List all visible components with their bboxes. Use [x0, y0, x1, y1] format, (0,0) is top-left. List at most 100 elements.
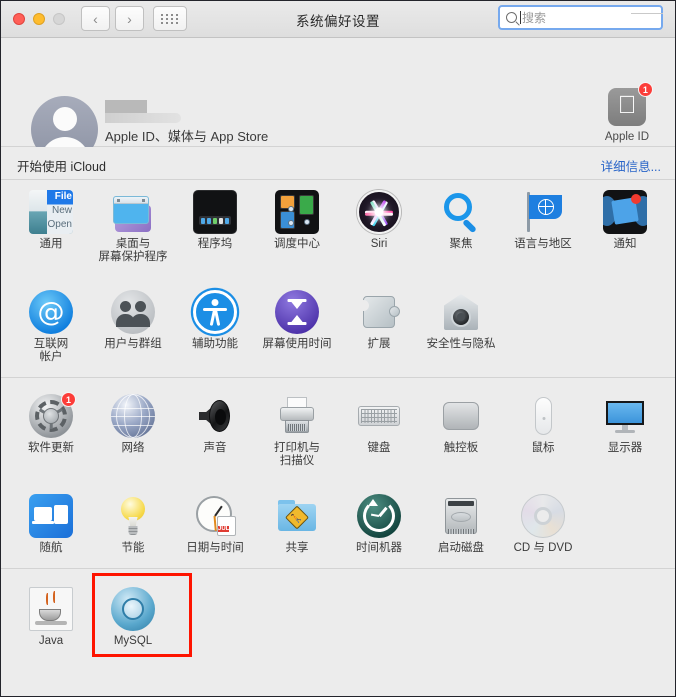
mouse-icon	[521, 394, 565, 438]
search-field[interactable]: 搜索	[498, 5, 663, 30]
printers-scanners-icon	[275, 394, 319, 438]
pref-label: 时间机器	[356, 542, 402, 554]
preferences-row-2: @ 互联网 帐户 用户与群组 辅助功能 屏幕使用时间 扩展 安全性与隐私	[1, 280, 675, 364]
pref-label: 程序坞	[197, 238, 233, 250]
pref-label: MySQL	[113, 635, 153, 647]
siri-icon	[357, 190, 401, 234]
apple-logo-icon:  1	[607, 82, 653, 126]
mission-control-icon	[275, 190, 319, 234]
pref-label: 互联网 帐户	[33, 338, 69, 363]
window-titlebar: ‹ › 系统偏好设置 搜索	[1, 1, 675, 38]
pref-item-startup-disk[interactable]: 启动磁盘	[420, 484, 502, 555]
pref-item-siri[interactable]: Siri	[338, 180, 420, 264]
pref-item-general[interactable]: File New Open 通用	[10, 180, 92, 264]
icloud-text: 开始使用 iCloud	[17, 160, 106, 174]
accessibility-icon	[193, 290, 237, 334]
desktop-screensaver-icon	[111, 190, 155, 234]
language-region-icon	[521, 190, 565, 234]
search-placeholder: 搜索	[522, 11, 547, 25]
pref-label: 启动磁盘	[438, 542, 484, 554]
energy-saver-icon	[111, 494, 155, 538]
date-time-icon: JUL 18	[193, 494, 237, 538]
apple-id-banner[interactable]: Apple ID、媒体与 App Store  1 Apple ID	[1, 38, 675, 163]
pref-item-internet-accounts[interactable]: @ 互联网 帐户	[10, 280, 92, 364]
notifications-icon	[603, 190, 647, 234]
sound-icon	[193, 394, 237, 438]
pref-item-users-groups[interactable]: 用户与群组	[92, 280, 174, 364]
pref-item-spotlight[interactable]: 聚焦	[420, 180, 502, 264]
software-update-badge: 1	[61, 392, 76, 407]
pref-label: 节能	[121, 542, 145, 554]
apple-id-label: Apple ID	[604, 131, 649, 143]
pref-item-screen-time[interactable]: 屏幕使用时间	[256, 280, 338, 364]
pref-item-sound[interactable]: 声音	[174, 384, 256, 468]
avatar-head-icon	[52, 107, 77, 131]
pref-item-trackpad[interactable]: 触控板	[420, 384, 502, 468]
extensions-icon	[357, 290, 401, 334]
pref-label: 调度中心	[274, 238, 320, 250]
icloud-details-link[interactable]: 详细信息...	[601, 156, 661, 175]
pref-label: 屏幕使用时间	[262, 338, 332, 350]
pref-label: 声音	[203, 442, 227, 454]
pref-label: 随航	[39, 542, 63, 554]
pref-label: 辅助功能	[192, 338, 238, 350]
pref-item-sidecar[interactable]: 随航	[10, 484, 92, 555]
pref-item-accessibility[interactable]: 辅助功能	[174, 280, 256, 364]
pref-item-printers-scanners[interactable]: 打印机与 扫描仪	[256, 384, 338, 468]
text-caret	[520, 11, 521, 24]
pref-label: 触控板	[443, 442, 479, 454]
pref-label: 显示器	[607, 442, 643, 454]
pref-label: 用户与群组	[104, 338, 162, 350]
pref-item-software-update[interactable]: 1 软件更新	[10, 384, 92, 468]
calendar-badge: JUL 18	[217, 516, 236, 536]
mysql-icon	[111, 587, 155, 631]
preferences-row-1: File New Open 通用 桌面与 屏幕保护程序 程序坞 调度中心 Sir…	[1, 180, 675, 264]
pref-item-network[interactable]: 网络	[92, 384, 174, 468]
apple-id-tile[interactable]:  1 Apple ID	[604, 82, 653, 143]
pref-item-mysql[interactable]: MySQL	[92, 577, 174, 648]
users-groups-icon	[111, 290, 155, 334]
preferences-row-3: 1 软件更新 网络 声音 打印机与 扫描仪 键盘 触控板 鼠标 显示器	[1, 378, 675, 468]
startup-disk-icon	[439, 494, 483, 538]
software-update-icon: 1	[29, 392, 76, 438]
pref-item-displays[interactable]: 显示器	[584, 384, 666, 468]
pref-label: 键盘	[367, 442, 391, 454]
system-preferences-window: ‹ › 系统偏好设置 搜索 Apple ID、媒体与 App Store 	[0, 0, 676, 697]
pref-label: 日期与时间	[186, 542, 244, 554]
pref-item-time-machine[interactable]: 时间机器	[338, 484, 420, 555]
search-divider-line	[631, 13, 663, 14]
pref-item-mouse[interactable]: 鼠标	[502, 384, 584, 468]
pref-item-notifications[interactable]: 通知	[584, 180, 666, 264]
pref-label: 安全性与隐私	[426, 338, 496, 350]
trackpad-icon	[439, 394, 483, 438]
general-icon: File New Open	[29, 190, 73, 234]
pref-item-language-region[interactable]: 语言与地区	[502, 180, 584, 264]
displays-icon	[603, 394, 647, 438]
java-icon	[29, 587, 73, 631]
pref-label: 通知	[613, 238, 637, 250]
pref-item-security-privacy[interactable]: 安全性与隐私	[420, 280, 502, 364]
pref-label: 桌面与 屏幕保护程序	[98, 238, 168, 263]
pref-item-keyboard[interactable]: 键盘	[338, 384, 420, 468]
pref-item-cd-dvd[interactable]: CD 与 DVD	[502, 484, 584, 555]
pref-item-java[interactable]: Java	[10, 577, 92, 648]
preferences-section-2: 1 软件更新 网络 声音 打印机与 扫描仪 键盘 触控板 鼠标 显示器 随航 节…	[1, 378, 675, 555]
pref-label: Java	[38, 635, 64, 647]
dock-icon	[193, 190, 237, 234]
pref-item-date-time[interactable]: JUL 18 日期与时间	[174, 484, 256, 555]
pref-item-sharing[interactable]: 🚶 共享	[256, 484, 338, 555]
pref-item-dock[interactable]: 程序坞	[174, 180, 256, 264]
pref-item-desktop-screensaver[interactable]: 桌面与 屏幕保护程序	[92, 180, 174, 264]
pref-item-mission-control[interactable]: 调度中心	[256, 180, 338, 264]
apple-id-badge: 1	[637, 82, 653, 97]
screen-time-icon	[275, 290, 319, 334]
pref-item-extensions[interactable]: 扩展	[338, 280, 420, 364]
pref-item-energy-saver[interactable]: 节能	[92, 484, 174, 555]
preferences-section-1: File New Open 通用 桌面与 屏幕保护程序 程序坞 调度中心 Sir…	[1, 180, 675, 364]
pref-label: 语言与地区	[514, 238, 572, 250]
preferences-section-3: Java MySQL	[1, 569, 675, 657]
pref-label: 打印机与 扫描仪	[274, 442, 320, 467]
apple-glyph: 	[618, 93, 637, 118]
sidecar-icon	[29, 494, 73, 538]
internet-accounts-icon: @	[29, 290, 73, 334]
